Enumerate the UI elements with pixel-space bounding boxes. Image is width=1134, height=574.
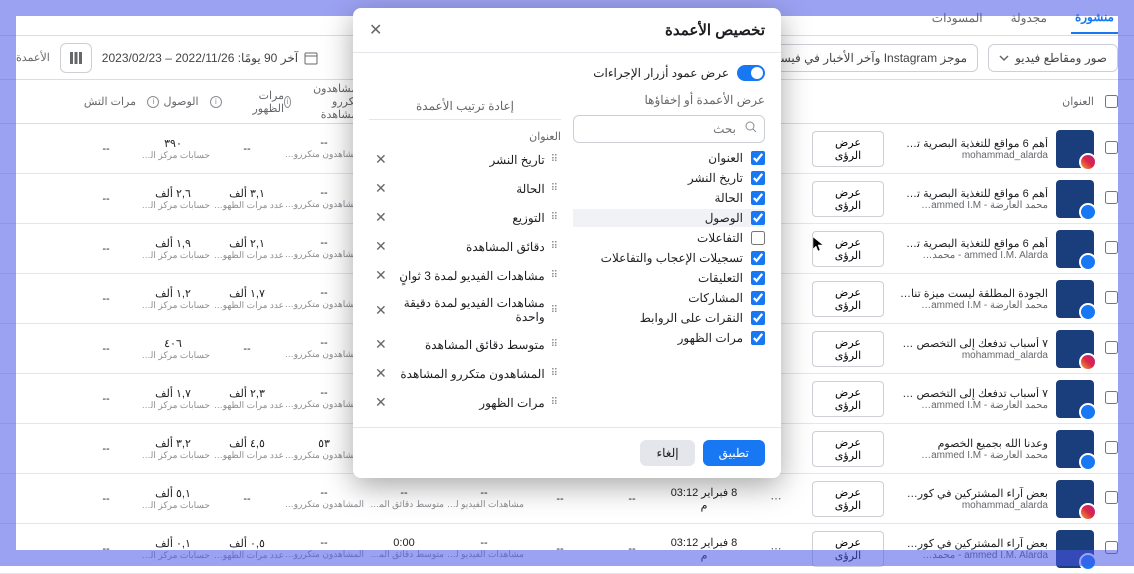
column-check-item[interactable]: العنوان [573,151,765,165]
reorder-item-label: مشاهدات الفيديو لمدة دقيقة واحدة [391,296,545,324]
reorder-item-label: متوسط دقائق المشاهدة [425,338,545,352]
column-check-item[interactable]: المشاركات [573,291,765,305]
reorder-item-label: تاريخ النشر [490,153,545,167]
remove-column-button[interactable]: ✕ [371,151,391,168]
customize-columns-modal: تخصيص الأعمدة ✕ عرض عمود أزرار الإجراءات… [353,8,781,478]
column-check-item[interactable]: التعليقات [573,271,765,285]
drag-handle-icon[interactable]: ⠿ [551,212,559,223]
drag-handle-icon[interactable]: ⠿ [551,368,559,379]
drag-handle-icon[interactable]: ⠿ [551,154,559,165]
column-check-label: التفاعلات [697,231,743,245]
column-check-item[interactable]: تاريخ النشر [573,171,765,185]
reorder-item[interactable]: ⠿ تاريخ النشر ✕ [369,147,561,172]
remove-column-button[interactable]: ✕ [371,302,391,319]
modal-overlay: تخصيص الأعمدة ✕ عرض عمود أزرار الإجراءات… [0,0,1134,566]
column-checklist: العنوان تاريخ النشر الحالة الوصول التفاعلات ت… [573,151,765,351]
column-check-item[interactable]: مرات الظهور [573,331,765,345]
reorder-item[interactable]: ⠿ الحالة ✕ [369,176,561,201]
remove-column-button[interactable]: ✕ [371,209,391,226]
actions-column-toggle[interactable] [737,65,765,81]
reorder-title: إعادة ترتيب الأعمدة [369,93,561,120]
toggle-label: عرض عمود أزرار الإجراءات [593,66,729,80]
reorder-item[interactable]: ⠿ المشاهدون متكررو المشاهدة ✕ [369,361,561,386]
reorder-item[interactable]: ⠿ مشاهدات الفيديو لمدة دقيقة واحدة✕ [369,292,561,328]
cancel-button[interactable]: إلغاء [640,440,694,466]
column-check-label: الحالة [715,191,743,205]
remove-column-button[interactable]: ✕ [371,336,391,353]
drag-handle-icon[interactable]: ⠿ [551,397,559,408]
column-check-label: النقرات على الروابط [640,311,743,325]
column-checkbox[interactable] [751,331,765,345]
column-check-item[interactable]: الحالة [573,191,765,205]
reorder-item-label: التوزيع [512,211,544,225]
modal-title: تخصيص الأعمدة [665,21,765,39]
remove-column-button[interactable]: ✕ [371,238,391,255]
reorder-item-label: مشاهدات الفيديو لمدة 3 ثوانٍ [399,269,544,283]
column-check-item[interactable]: التفاعلات [573,231,765,245]
reorder-list: ⠿ تاريخ النشر ✕ ⠿ الحالة ✕ ⠿ التوزيع ✕ ⠿ دقائق الم… [369,147,561,415]
column-check-label: مرات الظهور [678,331,743,345]
column-check-label: المشاركات [688,291,743,305]
column-check-label: العنوان [708,151,743,165]
cursor-icon [810,236,826,252]
drag-handle-icon[interactable]: ⠿ [551,305,559,316]
remove-column-button[interactable]: ✕ [371,180,391,197]
column-check-label: التعليقات [698,271,743,285]
column-search-input[interactable] [573,115,765,143]
column-checkbox[interactable] [751,231,765,245]
reorder-item-label: الحالة [516,182,544,196]
drag-handle-icon[interactable]: ⠿ [551,270,559,281]
reorder-item[interactable]: ⠿ مشاهدات الفيديو لمدة 3 ثوانٍ ✕ [369,263,561,288]
reorder-item[interactable]: ⠿ متوسط دقائق المشاهدة ✕ [369,332,561,357]
column-check-item[interactable]: النقرات على الروابط [573,311,765,325]
column-check-item[interactable]: الوصول [573,209,765,227]
column-check-label: تسجيلات الإعجاب والتفاعلات [601,251,743,265]
reorder-item-label: المشاهدون متكررو المشاهدة [400,367,544,381]
column-checkbox[interactable] [751,211,765,225]
column-checkbox[interactable] [751,271,765,285]
drag-handle-icon[interactable]: ⠿ [551,241,559,252]
drag-handle-icon[interactable]: ⠿ [551,339,559,350]
column-checkbox[interactable] [751,191,765,205]
column-checkbox[interactable] [751,171,765,185]
apply-button[interactable]: تطبيق [703,440,765,466]
column-check-item[interactable]: تسجيلات الإعجاب والتفاعلات [573,251,765,265]
search-icon [745,121,757,136]
drag-handle-icon[interactable]: ⠿ [551,183,559,194]
reorder-head: العنوان [369,126,561,147]
column-check-label: تاريخ النشر [688,171,743,185]
reorder-item[interactable]: ⠿ دقائق المشاهدة ✕ [369,234,561,259]
column-checkbox[interactable] [751,311,765,325]
column-check-label: الوصول [705,211,743,225]
reorder-item-label: دقائق المشاهدة [466,240,545,254]
column-checkbox[interactable] [751,151,765,165]
remove-column-button[interactable]: ✕ [371,365,391,382]
reorder-item[interactable]: ⠿ مرات الظهور ✕ [369,390,561,415]
remove-column-button[interactable]: ✕ [371,394,391,411]
close-button[interactable]: ✕ [369,20,382,40]
column-checkbox[interactable] [751,251,765,265]
column-checkbox[interactable] [751,291,765,305]
show-hide-label: عرض الأعمدة أو إخفاؤها [573,93,765,107]
remove-column-button[interactable]: ✕ [371,267,391,284]
reorder-item[interactable]: ⠿ التوزيع ✕ [369,205,561,230]
reorder-item-label: مرات الظهور [479,396,544,410]
